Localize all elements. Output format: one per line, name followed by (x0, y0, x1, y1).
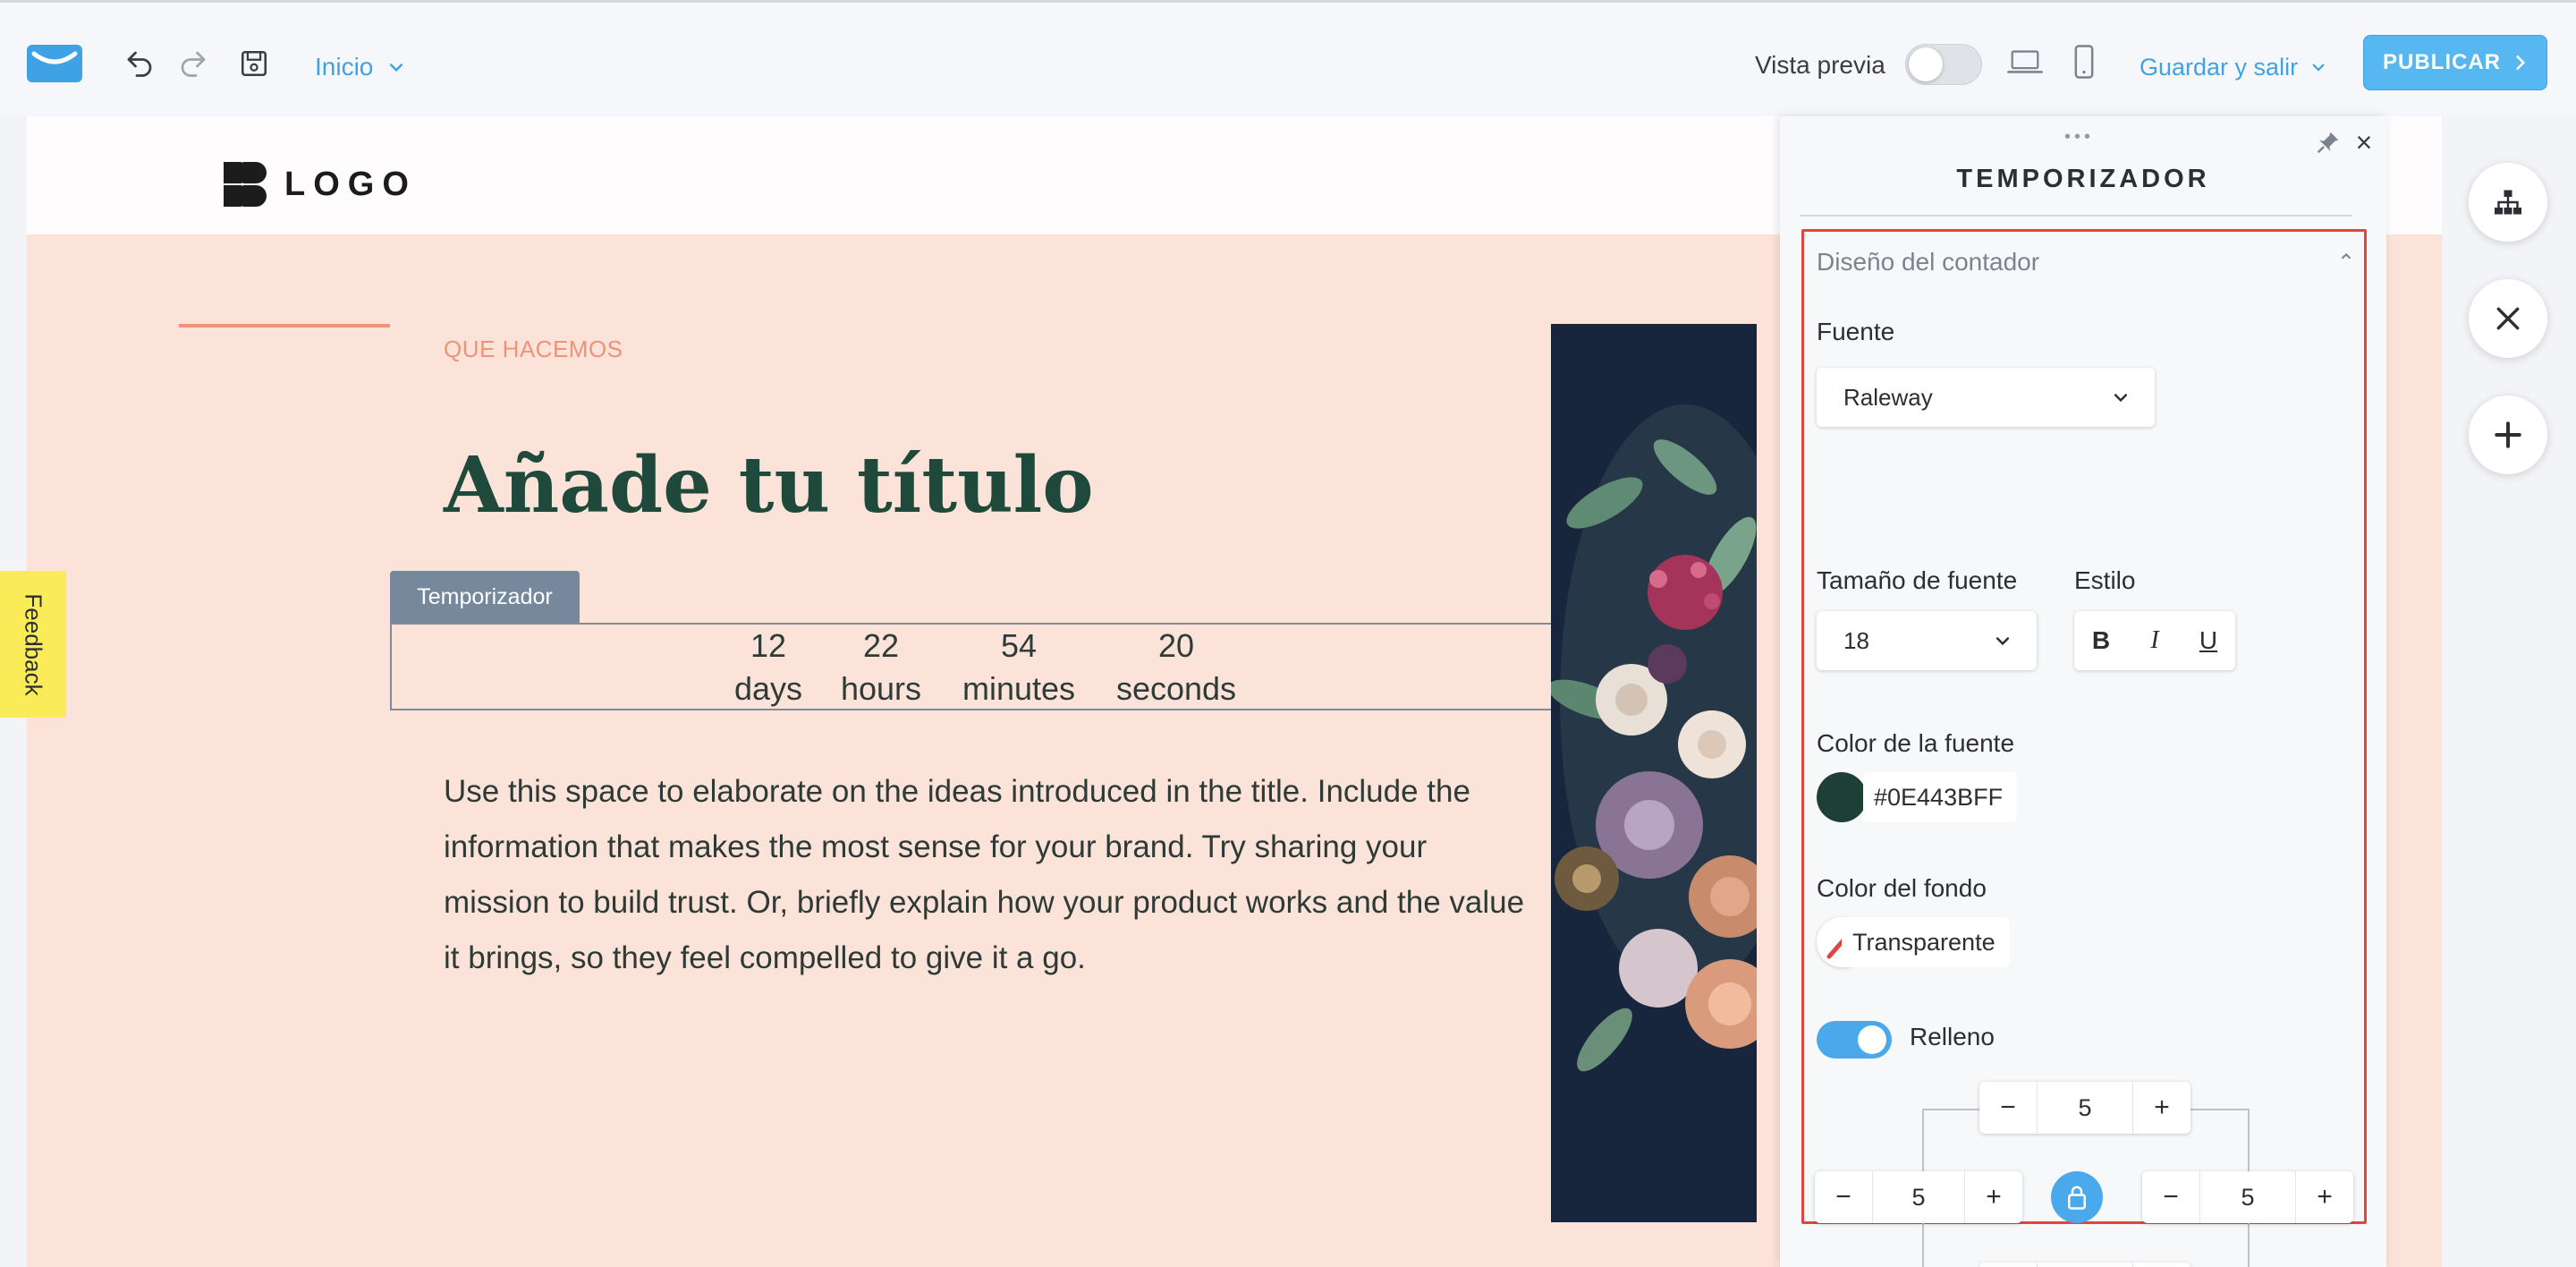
bold-button[interactable]: B (2079, 626, 2123, 655)
chevron-down-icon (2114, 394, 2128, 403)
bg-color-label: Color del fondo (1817, 874, 1987, 902)
padding-right-value[interactable]: 5 (2199, 1171, 2296, 1223)
countdown-unit: minutes (962, 670, 1076, 707)
top-bar: Inicio Vista previa Guardar y salir PUBL… (0, 0, 2576, 116)
font-color-label: Color de la fuente (1817, 729, 2015, 757)
mobile-icon[interactable] (2066, 44, 2102, 80)
font-size-select[interactable]: 18 (1817, 611, 2037, 670)
close-panel-icon[interactable]: × (2349, 126, 2379, 158)
decrement-button[interactable]: − (2142, 1182, 2199, 1212)
countdown-value: 12 (750, 627, 787, 664)
brand-logo[interactable] (27, 45, 82, 82)
preview-toggle[interactable] (1905, 44, 1982, 85)
countdown-unit: seconds (1115, 670, 1237, 707)
feedback-tab[interactable]: Feedback (0, 571, 66, 718)
font-select[interactable]: Raleway (1817, 368, 2155, 427)
desktop-icon[interactable] (2007, 44, 2043, 80)
italic-button[interactable]: I (2132, 626, 2177, 655)
save-and-exit-label: Guardar y salir (2140, 53, 2299, 81)
chevron-down-icon (2312, 64, 2325, 72)
countdown-seconds: 20 seconds (1109, 625, 1243, 710)
style-label: Estilo (2074, 566, 2136, 594)
padding-top-value[interactable]: 5 (2037, 1082, 2133, 1134)
increment-button[interactable]: + (2133, 1093, 2190, 1123)
site-logo[interactable]: LOGO (222, 159, 417, 209)
page-selector-label: Inicio (315, 53, 374, 81)
timer-settings-panel: ••• × TEMPORIZADOR Diseño del contador ⌃… (1780, 116, 2386, 1267)
countdown-unit: days (733, 670, 803, 707)
add-element-button[interactable] (2469, 395, 2547, 474)
chevron-up-icon[interactable]: ⌃ (2337, 250, 2355, 276)
increment-button[interactable]: + (1965, 1182, 2022, 1212)
countdown-unit: hours (840, 670, 922, 707)
padding-toggle[interactable] (1817, 1021, 1892, 1059)
logo-mark-icon (224, 162, 267, 207)
padding-left-value[interactable]: 5 (1872, 1171, 1965, 1223)
accent-line (179, 324, 390, 327)
redo-icon[interactable] (175, 46, 211, 81)
body-paragraph[interactable]: Use this space to elaborate on the ideas… (444, 764, 1526, 986)
toggle-knob (1858, 1025, 1886, 1054)
publish-label: PUBLICAR (2383, 50, 2501, 74)
sitemap-icon (2495, 190, 2521, 215)
padding-right-stepper[interactable]: − 5 + (2142, 1171, 2353, 1223)
lock-icon[interactable] (2051, 1171, 2103, 1223)
font-color-value[interactable]: #0E443BFF (1863, 772, 2018, 822)
panel-title: TEMPORIZADOR (1956, 165, 2210, 193)
save-and-exit-button[interactable]: Guardar y salir (2140, 49, 2326, 85)
chevron-down-icon (390, 64, 403, 72)
page-selector[interactable]: Inicio (315, 49, 405, 85)
font-color-swatch[interactable] (1817, 772, 1867, 822)
countdown-hours: 22 hours (832, 625, 930, 710)
flower-bouquet-image[interactable] (1551, 324, 1757, 1222)
toggle-knob (1909, 47, 1943, 81)
increment-button[interactable]: + (2296, 1182, 2353, 1212)
counter-design-section: Diseño del contador ⌃ Fuente Raleway Tam… (1801, 229, 2367, 1267)
timer-element-tag[interactable]: Temporizador (390, 571, 580, 623)
padding-bottom-value[interactable]: 5 (2037, 1263, 2133, 1267)
font-size-label: Tamaño de fuente (1817, 566, 2018, 594)
chevron-right-icon (2516, 55, 2526, 70)
countdown-minutes: 54 minutes (952, 625, 1086, 710)
page-title[interactable]: Añade tu título (444, 447, 1094, 524)
padding-bottom-stepper[interactable]: − 5 + (1979, 1263, 2190, 1267)
panel-divider (1800, 215, 2352, 217)
font-label: Fuente (1817, 318, 1895, 345)
font-size-value: 18 (1843, 626, 1869, 654)
add-icon (2495, 421, 2521, 448)
publish-button[interactable]: PUBLICAR (2363, 35, 2547, 90)
bg-color-value[interactable]: Transparente (1842, 917, 2010, 967)
logo-text: LOGO (284, 165, 417, 203)
save-icon[interactable] (236, 46, 272, 81)
undo-icon[interactable] (122, 46, 157, 81)
padding-top-stepper[interactable]: − 5 + (1979, 1082, 2190, 1134)
close-editor-button[interactable] (2469, 279, 2547, 358)
section-title[interactable]: Diseño del contador (1817, 248, 2039, 276)
countdown-timer[interactable]: 12 days 22 hours 54 minutes 20 seconds (390, 623, 1562, 710)
countdown-days: 12 days (728, 625, 809, 710)
decrement-button[interactable]: − (1979, 1093, 2037, 1123)
section-eyebrow[interactable]: QUE HACEMOS (444, 336, 623, 363)
underline-button[interactable]: U (2186, 626, 2231, 655)
decrement-button[interactable]: − (1815, 1182, 1872, 1212)
countdown-value: 54 (1000, 627, 1038, 664)
countdown-value: 22 (862, 627, 900, 664)
font-value: Raleway (1843, 383, 1933, 411)
close-icon (2496, 307, 2520, 330)
sitemap-button[interactable] (2469, 163, 2547, 242)
padding-label: Relleno (1910, 1023, 1995, 1050)
feedback-label: Feedback (20, 592, 47, 696)
preview-label: Vista previa (1755, 51, 1885, 79)
chevron-down-icon (1996, 637, 2010, 646)
pin-icon[interactable] (2315, 129, 2342, 156)
countdown-value: 20 (1157, 627, 1195, 664)
padding-left-stepper[interactable]: − 5 + (1815, 1171, 2022, 1223)
text-style-group: B I U (2074, 611, 2235, 670)
drag-handle-icon[interactable]: ••• (2064, 127, 2094, 148)
